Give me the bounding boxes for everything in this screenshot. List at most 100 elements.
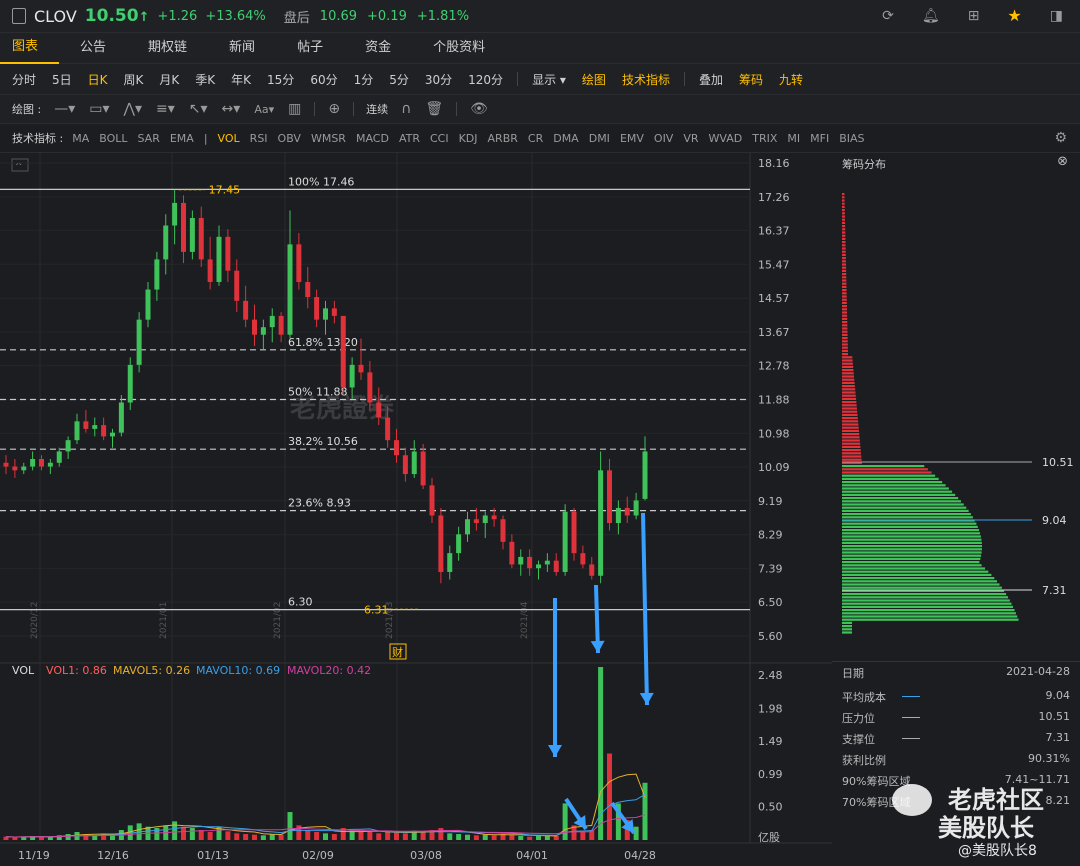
overlay-toggle[interactable]: 叠加	[691, 71, 731, 88]
indicator-obv[interactable]: OBV	[273, 132, 306, 145]
indicator-bias[interactable]: BIAS	[834, 132, 869, 145]
candle-body	[74, 421, 80, 441]
chip-bar	[842, 509, 969, 512]
period-intraday[interactable]: 分时	[4, 71, 44, 88]
text-tool-icon[interactable]: Aa▾	[247, 103, 281, 116]
divider	[832, 661, 1080, 662]
chip-bar	[842, 404, 857, 407]
draw-toggle[interactable]: 绘图	[574, 71, 614, 88]
indicator-vr[interactable]: VR	[678, 132, 703, 145]
magnet-icon[interactable]: ∩	[394, 101, 418, 117]
chip-bar	[842, 420, 859, 423]
chip-bar	[842, 253, 846, 256]
candle-body	[411, 451, 417, 475]
volume-bar	[553, 836, 559, 840]
sidebar-toggle-icon[interactable]	[12, 8, 26, 24]
eye-icon[interactable]: 👁︎	[463, 101, 495, 117]
indicator-kdj[interactable]: KDJ	[454, 132, 483, 145]
nine-turn-toggle[interactable]: 九转	[771, 71, 811, 88]
period-5d[interactable]: 5日	[44, 71, 80, 88]
candle-body	[598, 470, 604, 576]
candle-body	[340, 315, 346, 388]
period-15m[interactable]: 15分	[259, 71, 302, 88]
panel-toggle-icon[interactable]: ◨	[1043, 8, 1070, 24]
price-chart[interactable]: ^ 18.1617.2616.3715.4714.5713.6712.7811.8…	[0, 153, 832, 866]
chip-bar	[842, 337, 848, 340]
indicator-sar[interactable]: SAR	[133, 132, 165, 145]
indicator-oiv[interactable]: OIV	[649, 132, 678, 145]
legend-line	[902, 696, 920, 697]
period-5m[interactable]: 5分	[381, 71, 417, 88]
polyline-tool-icon[interactable]: ⋀▾	[117, 101, 150, 117]
indicator-emv[interactable]: EMV	[615, 132, 649, 145]
tab-chart[interactable]: 图表	[0, 32, 60, 64]
line-tool-icon[interactable]: —▾	[47, 101, 82, 117]
arrow-tool-icon[interactable]: ↖▾	[182, 101, 215, 117]
continuous-toggle[interactable]: 连续	[366, 101, 388, 117]
candle-body	[3, 462, 9, 467]
candle-body	[376, 402, 382, 418]
trash-icon[interactable]: 🗑︎	[418, 101, 450, 117]
tab-profile[interactable]: 个股资料	[412, 33, 506, 63]
indicator-arbr[interactable]: ARBR	[483, 132, 523, 145]
candle-body	[39, 459, 44, 467]
period-daily[interactable]: 日K	[80, 71, 116, 88]
price-change-pct: +13.64%	[205, 8, 266, 24]
rect-tool-icon[interactable]: ▭▾	[82, 101, 116, 117]
close-icon[interactable]: ⊗	[1057, 154, 1068, 169]
indicator-vol[interactable]: VOL	[213, 132, 245, 145]
indicator-mi[interactable]: MI	[782, 132, 805, 145]
star-icon[interactable]: ★	[1000, 6, 1028, 25]
indicator-ema[interactable]: EMA	[165, 132, 199, 145]
indicator-boll[interactable]: BOLL	[94, 132, 132, 145]
chip-distribution-panel: 筹码分布 ⊗ 10.51 9.04 7.31 日期 2021-04-28 平均成本 9.…	[832, 153, 1080, 866]
tab-news[interactable]: 新闻	[208, 33, 276, 63]
tab-options[interactable]: 期权链	[127, 33, 208, 63]
grid-icon[interactable]: ⊞	[961, 8, 987, 24]
indicator-mfi[interactable]: MFI	[805, 132, 834, 145]
settings-gear-icon[interactable]: ⚙	[1047, 130, 1074, 146]
volume-bar	[314, 832, 320, 840]
period-1m[interactable]: 1分	[346, 71, 382, 88]
indicator-rsi[interactable]: RSI	[245, 132, 273, 145]
candle-body	[562, 511, 568, 572]
period-weekly[interactable]: 周K	[116, 71, 152, 88]
tab-capital[interactable]: 资金	[344, 33, 412, 63]
candle-body	[571, 511, 577, 554]
last-price: 10.50↑	[84, 6, 150, 26]
tab-announcements[interactable]: 公告	[59, 33, 127, 63]
indicator-dma[interactable]: DMA	[548, 132, 584, 145]
bar-tool-icon[interactable]: ▥	[281, 101, 308, 117]
period-monthly[interactable]: 月K	[151, 71, 187, 88]
chip-bar	[842, 593, 1007, 596]
indicator-trix[interactable]: TRIX	[747, 132, 782, 145]
display-dropdown[interactable]: 显示 ▾	[524, 71, 574, 88]
period-yearly[interactable]: 年K	[223, 71, 259, 88]
period-quarterly[interactable]: 季K	[187, 71, 223, 88]
candle-body	[394, 440, 399, 456]
indicator-wmsr[interactable]: WMSR	[306, 132, 351, 145]
channel-tool-icon[interactable]: ≡▾	[149, 101, 182, 117]
zoom-icon[interactable]: ⊕	[321, 101, 347, 117]
indicator-dmi[interactable]: DMI	[584, 132, 615, 145]
indicator-ma[interactable]: MA	[67, 132, 94, 145]
chip-marker-label: 9.04	[1042, 514, 1067, 527]
volume-tick-label: 0.50	[758, 801, 783, 814]
chips-toggle[interactable]: 筹码	[731, 71, 771, 88]
indicator-macd[interactable]: MACD	[351, 132, 394, 145]
indicator-cr[interactable]: CR	[523, 132, 548, 145]
indicator-atr[interactable]: ATR	[394, 132, 425, 145]
indicator-wvad[interactable]: WVAD	[704, 132, 748, 145]
chip-bar	[842, 385, 855, 388]
tech-indicator-toggle[interactable]: 技术指标	[614, 71, 678, 88]
divider	[517, 72, 519, 86]
tab-posts[interactable]: 帖子	[276, 33, 344, 63]
year-mark: 2021/04	[520, 601, 530, 639]
range-tool-icon[interactable]: ↔▾	[215, 101, 248, 117]
refresh-icon[interactable]: ⟳	[875, 8, 901, 24]
indicator-cci[interactable]: CCI	[425, 132, 454, 145]
period-120m[interactable]: 120分	[460, 71, 511, 88]
period-60m[interactable]: 60分	[302, 71, 345, 88]
bell-icon[interactable]: 🔔︎	[915, 8, 947, 24]
period-30m[interactable]: 30分	[417, 71, 460, 88]
